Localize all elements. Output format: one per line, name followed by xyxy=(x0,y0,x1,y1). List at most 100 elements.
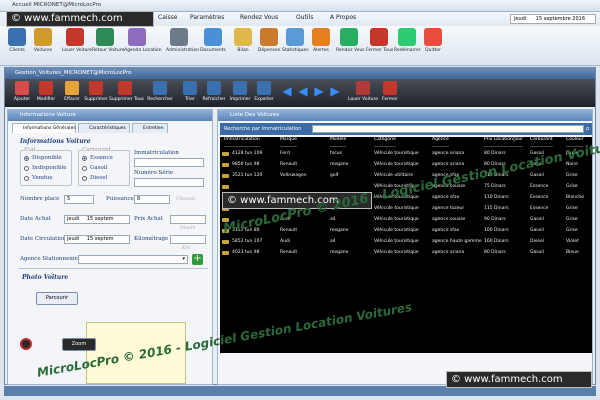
toolbar-button-0[interactable]: Ajouter xyxy=(9,81,35,102)
table-row[interactable]: 5852 tun 107 Audi a4 Véhicule touristique ag… xyxy=(220,237,592,248)
kilometrage-input[interactable] xyxy=(170,235,206,244)
numero-serie-input[interactable] xyxy=(134,178,204,187)
column-header[interactable]: Marque xyxy=(280,137,297,147)
ribbon-button-4[interactable]: Agenda Location xyxy=(124,28,162,53)
table-row[interactable]: 9856 tun 98 Renault megane Véhicule tourist… xyxy=(220,160,592,171)
toolbar-button-10[interactable]: Louer Voiture xyxy=(347,81,379,102)
table-row[interactable]: 4023 tun 98 Renault megane Véhicule tourist… xyxy=(220,248,592,259)
tab-entretien[interactable]: Entretien xyxy=(132,123,168,133)
car-icon xyxy=(222,229,229,233)
table-cell: agence tozeur xyxy=(432,206,465,211)
toolbar-button-3[interactable]: Supprimer xyxy=(83,81,109,102)
table-row[interactable]: 4128 tun 109 Ford focus Véhicule touristiqu… xyxy=(220,149,592,160)
column-header[interactable]: Catégorie xyxy=(374,137,396,147)
ribbon-button-9[interactable]: Statistiques xyxy=(282,28,309,53)
menu-outils[interactable]: Outils xyxy=(296,14,313,21)
agence-select[interactable]: ▾ xyxy=(78,255,188,264)
camera-icon[interactable] xyxy=(20,338,32,350)
date-circulation-picker[interactable]: jeudi 15 septem xyxy=(64,235,130,244)
ribbon-label: Rendez Vous xyxy=(336,48,365,53)
table-cell: 75 Dinars xyxy=(484,184,506,189)
next-arrow-icon[interactable]: ▶ xyxy=(313,85,325,97)
toolbar-button-5[interactable]: Rechercher xyxy=(147,81,173,102)
date-achat-label: Date Achat xyxy=(20,216,51,222)
radio-disponible[interactable] xyxy=(24,156,29,161)
radio-diesel[interactable] xyxy=(82,176,87,181)
table-cell: Gasoil xyxy=(530,151,544,156)
menu-caisse[interactable]: Caisse xyxy=(158,14,177,21)
toolbar-button-6[interactable]: Trier xyxy=(177,81,203,102)
menu-a-propos[interactable]: A Propos xyxy=(330,14,356,21)
nombre-place-stepper[interactable]: 5 xyxy=(64,195,94,204)
radio-vendue[interactable] xyxy=(24,176,29,181)
ribbon-button-2[interactable]: Louer Voiture xyxy=(62,28,92,53)
immatriculation-input[interactable] xyxy=(134,158,204,167)
table-row[interactable]: 3521 tun 120 Volkswagen golf Véhicule utili… xyxy=(220,171,592,182)
toolbar-button-11[interactable]: Fermer xyxy=(377,81,403,102)
toolbar-icon-11 xyxy=(383,81,397,95)
table-cell: Renault xyxy=(280,162,298,167)
toolbar-button-2[interactable]: Effacer xyxy=(59,81,85,102)
prix-achat-input[interactable] xyxy=(170,215,206,224)
search-icon[interactable]: ⌕ xyxy=(586,123,590,135)
ribbon-button-10[interactable]: Alertes xyxy=(308,28,334,53)
toolbar-button-4[interactable]: Supprimer Tous xyxy=(109,81,144,102)
ribbon-button-13[interactable]: Redémarrer xyxy=(394,28,421,53)
toolbar-button-8[interactable]: Imprimer xyxy=(227,81,253,102)
toolbar-label: Trier xyxy=(185,97,195,102)
table-row[interactable]: Audi a4 Véhicule touristique agence sousse 9… xyxy=(220,215,592,226)
menu-rendez-vous[interactable]: Rendez Vous xyxy=(240,14,278,21)
ribbon-button-0[interactable]: Clients xyxy=(4,28,30,53)
table-cell: 90 Dinars xyxy=(484,217,506,222)
ribbon-icon-7 xyxy=(234,28,252,46)
column-header[interactable]: Couleur xyxy=(566,137,584,147)
tab-informations-generales[interactable]: Informations Générales xyxy=(12,123,76,133)
ribbon-button-12[interactable]: Fermer Tous xyxy=(366,28,393,53)
ribbon-button-14[interactable]: Quitter xyxy=(420,28,446,53)
table-cell: Gasoil xyxy=(530,228,544,233)
radio-gasoil[interactable] xyxy=(82,166,87,171)
ribbon-button-1[interactable]: Voitures xyxy=(30,28,56,53)
toolbar-label: Ajouter xyxy=(13,97,31,102)
zoom-button[interactable]: Zoom xyxy=(62,338,96,351)
column-header[interactable]: Immatriculation xyxy=(224,137,260,147)
column-header[interactable]: Agence xyxy=(432,137,449,147)
column-header[interactable]: Modèle xyxy=(330,137,347,147)
date-picker[interactable]: jeudi 15 septembre 2016 xyxy=(510,14,596,24)
radio-indisponible[interactable] xyxy=(24,166,29,171)
column-header[interactable]: Prix Location/Jour xyxy=(484,137,524,147)
toolbar-button-7[interactable]: Refraicher xyxy=(201,81,227,102)
watermark-middle: © www.fammech.com xyxy=(222,192,372,209)
toolbar-icon-3 xyxy=(89,81,103,95)
search-input[interactable] xyxy=(312,125,584,133)
table-cell: Véhicule utilitaire xyxy=(374,173,414,178)
next-arrow-icon[interactable]: ▶ xyxy=(329,85,341,97)
add-agence-button[interactable]: + xyxy=(192,254,203,265)
table-cell: agence sousse xyxy=(432,217,466,222)
ribbon-button-3[interactable]: Retour Voiture xyxy=(92,28,124,53)
previous-arrow-icon[interactable]: ◀ xyxy=(281,85,293,97)
table-cell: Gasoil xyxy=(530,250,544,255)
toolbar-button-9[interactable]: Exporter xyxy=(251,81,277,102)
ribbon-button-8[interactable]: Dépenses xyxy=(256,28,282,53)
ribbon-button-7[interactable]: Bilan xyxy=(230,28,256,53)
date-achat-picker[interactable]: jeudi 15 septem xyxy=(64,215,130,224)
ribbon-button-5[interactable]: Administration xyxy=(166,28,199,53)
radio-essence[interactable] xyxy=(82,156,87,161)
etat-option-3: Vendue xyxy=(32,175,53,181)
ribbon-button-6[interactable]: Documents xyxy=(200,28,226,53)
table-row[interactable]: 1112 tun 86 Renault megane Véhicule tourist… xyxy=(220,226,592,237)
puissance-stepper[interactable]: 8 xyxy=(134,195,170,204)
toolbar-icon-8 xyxy=(233,81,247,95)
nombre-place-label: Nombre place xyxy=(20,196,60,202)
tab-caracteristiques[interactable]: Caractéristiques xyxy=(78,123,130,133)
column-header[interactable]: Carburant xyxy=(530,137,553,147)
parcourir-button[interactable]: Parcourir xyxy=(36,292,78,305)
previous-arrow-icon[interactable]: ◀ xyxy=(297,85,309,97)
toolbar-button-1[interactable]: Modifier xyxy=(33,81,59,102)
divider xyxy=(18,268,208,269)
table-cell: Renault xyxy=(280,228,298,233)
ribbon-button-11[interactable]: Rendez Vous xyxy=(336,28,365,53)
table-cell: a4 xyxy=(330,217,336,222)
menu-parametres[interactable]: Paramètres xyxy=(190,14,224,21)
